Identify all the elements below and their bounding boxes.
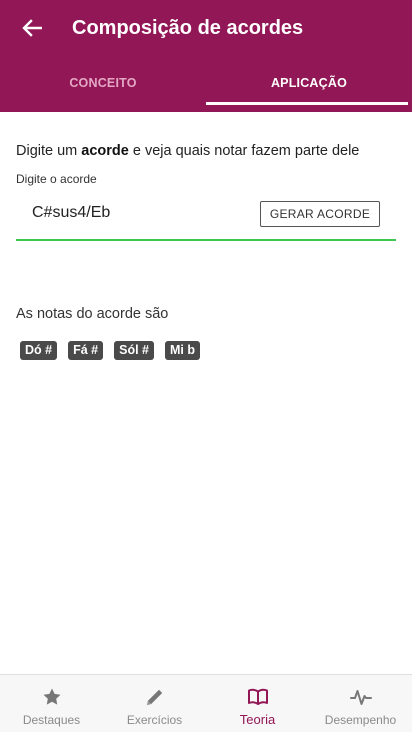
arrow-left-icon (22, 19, 42, 37)
tab-conceito[interactable]: CONCEITO (0, 60, 206, 106)
nav-label: Teoria (239, 712, 276, 727)
note-chip: Sól # (114, 341, 154, 360)
pencil-icon (146, 689, 162, 705)
bottom-navigation: Destaques Exercícios Teoria Desempenho (0, 674, 412, 732)
intro-suffix: e veja quais notar fazem parte dele (128, 143, 360, 159)
note-chip: Dó # (20, 341, 58, 360)
chord-field-label: Digite o acorde (16, 172, 97, 186)
nav-item-teoria[interactable]: Teoria (206, 675, 309, 733)
nav-label: Exercícios (126, 713, 183, 727)
page-title: Composição de acordes (72, 17, 304, 39)
book-icon (247, 688, 268, 705)
generate-chord-button[interactable]: GERAR ACORDE (260, 201, 380, 227)
result-label: As notas do acorde são (16, 306, 169, 322)
pulse-icon (349, 690, 372, 705)
note-chip: Fá # (68, 341, 104, 360)
app-bar: Composição de acordes CONCEITO APLICAÇÃO (0, 0, 412, 112)
nav-item-exercicios[interactable]: Exercícios (103, 675, 206, 733)
nav-label: Destaques (22, 713, 81, 727)
nav-label: Desempenho (324, 713, 397, 727)
notes-list: Dó # Fá # Sól # Mi b (20, 341, 200, 360)
back-button[interactable] (14, 12, 50, 44)
note-chip: Mi b (164, 341, 200, 360)
intro-text: Digite um acorde e veja quais notar faze… (16, 142, 359, 160)
active-tab-indicator (206, 102, 408, 105)
nav-item-desempenho[interactable]: Desempenho (309, 675, 412, 733)
nav-item-destaques[interactable]: Destaques (0, 675, 103, 733)
chord-input[interactable] (16, 196, 246, 230)
input-underline (16, 239, 396, 241)
intro-bold: acorde (81, 143, 129, 159)
star-icon (43, 688, 60, 705)
tab-aplicacao[interactable]: APLICAÇÃO (206, 60, 412, 106)
intro-prefix: Digite um (16, 143, 82, 159)
